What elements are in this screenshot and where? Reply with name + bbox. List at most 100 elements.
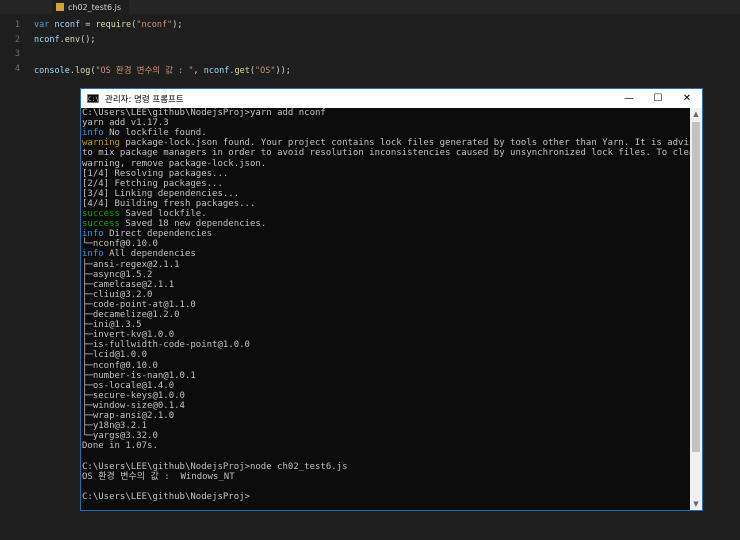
line-number: 2 — [14, 34, 20, 45]
terminal-line: ├─secure-keys@1.0.0 — [82, 391, 185, 401]
minimize-button[interactable]: — — [615, 89, 643, 108]
maximize-button[interactable]: ☐ — [644, 89, 672, 108]
code-token: nconf — [203, 65, 230, 76]
terminal-line: Done in 1.07s. — [82, 441, 158, 451]
code-token: "nconf" — [136, 20, 173, 30]
terminal-text: to mix package managers in order to avoi… — [82, 148, 690, 159]
terminal-text: C:\Users\LEE\github\NodejsProj>node ch02… — [82, 461, 348, 472]
terminal-line: ├─code-point-at@1.1.0 — [82, 300, 196, 310]
terminal-output[interactable]: C:\Users\LEE\github\NodejsProj> yarn add … — [81, 108, 690, 510]
terminal-text: [3/4] Linking dependencies... — [82, 188, 240, 199]
terminal-text: info — [82, 229, 104, 240]
editor-tab-label: ch02_test6.js — [68, 2, 122, 12]
terminal-text: ├─lcid@1.0.0 — [82, 350, 148, 361]
terminal-text: ├─invert-kv@1.0.0 — [82, 330, 175, 341]
terminal-line: C:\Users\LEE\github\NodejsProj>node ch02… — [82, 462, 348, 472]
terminal-line: yarn add v1.17.3 — [82, 118, 169, 128]
terminal-line: C:\Users\LEE\github\NodejsProj> — [82, 492, 250, 502]
code-token: )); — [275, 65, 291, 76]
line-number: 1 — [14, 20, 20, 30]
terminal-text: success — [82, 209, 120, 219]
terminal-text: yarn add v1.17.3 — [82, 118, 169, 129]
terminal-line: ├─number-is-nan@1.0.1 — [82, 371, 196, 381]
command-prompt-window[interactable]: C:\ 관리자: 명령 프롬프트 — ☐ ✕ C:\Users\LEE\gith… — [80, 88, 703, 511]
terminal-line: ├─cliui@3.2.0 — [82, 290, 152, 300]
terminal-line: ├─lcid@1.0.0 — [82, 350, 147, 360]
terminal-text: C:\Users\LEE\github\NodejsProj>yarn add … — [82, 108, 326, 118]
terminal-line: [1/4] Resolving packages... — [82, 169, 228, 179]
terminal-text: ├─os-locale@1.4.0 — [82, 380, 175, 391]
terminal-text: success — [82, 219, 120, 230]
terminal-text: No lockfile found. — [103, 128, 207, 139]
terminal-text: info — [82, 128, 104, 139]
terminal-line: └─nconf@0.10.0 — [82, 239, 158, 249]
terminal-line: to mix package managers in order to avoi… — [82, 148, 690, 158]
terminal-line: C:\Users\LEE\github\NodejsProj>yarn add … — [82, 108, 326, 118]
window-title: 관리자: 명령 프롬프트 — [105, 94, 184, 105]
code-line: console.log("OS 환경 변수의 값 : ", nconf.get(… — [34, 64, 291, 76]
terminal-line: ├─nconf@0.10.0 — [82, 361, 158, 371]
terminal-text: Direct dependencies — [103, 229, 213, 240]
terminal-text: [2/4] Fetching packages... — [82, 178, 223, 189]
vertical-scrollbar[interactable]: ▲ ▼ — [690, 108, 702, 510]
terminal-line: info No lockfile found. — [82, 128, 207, 138]
terminal-line: ├─invert-kv@1.0.0 — [82, 330, 174, 340]
code-token: ); — [172, 20, 183, 30]
terminal-line: info All dependencies — [82, 249, 196, 259]
terminal-text: ├─ansi-regex@2.1.1 — [82, 259, 180, 270]
terminal-line: success Saved lockfile. — [82, 209, 207, 219]
terminal-text: [1/4] Resolving packages... — [82, 168, 229, 179]
terminal-text: package-lock.json found. Your project co… — [119, 138, 690, 149]
terminal-text: └─yargs@3.32.0 — [82, 431, 158, 442]
terminal-line: ├─decamelize@1.2.0 — [82, 310, 180, 320]
code-token: require — [95, 20, 132, 30]
code-token: get — [234, 65, 250, 76]
terminal-text: ├─is-fullwidth-code-point@1.0.0 — [82, 340, 250, 351]
code-token: env — [64, 34, 81, 45]
terminal-text: ├─window-size@0.1.4 — [82, 400, 185, 411]
terminal-line: ├─ini@1.3.5 — [82, 320, 142, 330]
scroll-down-arrow-icon[interactable]: ▼ — [690, 498, 702, 510]
code-token: var — [34, 20, 55, 30]
terminal-text: └─nconf@0.10.0 — [82, 239, 158, 250]
close-button[interactable]: ✕ — [673, 89, 701, 108]
terminal-text: ├─y18n@3.2.1 — [82, 421, 148, 432]
scroll-up-arrow-icon[interactable]: ▲ — [690, 108, 702, 120]
cmd-icon: C:\ — [87, 94, 99, 103]
js-file-icon — [56, 3, 64, 11]
terminal-text: ├─secure-keys@1.0.0 — [82, 390, 185, 401]
code-token: , — [193, 65, 204, 76]
terminal-text: [4/4] Building fresh packages... — [82, 198, 256, 209]
terminal-line: ├─window-size@0.1.4 — [82, 401, 185, 411]
terminal-line: ├─wrap-ansi@2.1.0 — [82, 411, 174, 421]
line-number: 3 — [14, 49, 20, 59]
terminal-text: ├─camelcase@2.1.1 — [82, 279, 175, 290]
terminal-line: [3/4] Linking dependencies... — [82, 189, 239, 199]
terminal-line: └─yargs@3.32.0 — [82, 431, 158, 441]
terminal-text: C:\Users\LEE\github\NodejsProj> — [82, 491, 250, 502]
terminal-text: ├─cliui@3.2.0 — [82, 289, 153, 300]
editor-tab[interactable]: ch02_test6.js — [52, 0, 130, 14]
terminal-line: [2/4] Fetching packages... — [82, 179, 223, 189]
terminal-text: ├─async@1.5.2 — [82, 269, 153, 280]
scrollbar-thumb[interactable] — [692, 122, 700, 452]
code-token: = — [80, 20, 96, 30]
terminal-text: Saved 18 new dependencies. — [119, 219, 267, 230]
code-token: nconf — [54, 20, 81, 30]
terminal-text: ├─code-point-at@1.1.0 — [82, 299, 196, 310]
terminal-text: ├─decamelize@1.2.0 — [82, 310, 180, 320]
terminal-line: success Saved 18 new dependencies. — [82, 219, 266, 229]
line-number: 4 — [14, 63, 20, 74]
window-title-bar[interactable]: C:\ 관리자: 명령 프롬프트 — ☐ ✕ — [81, 89, 702, 108]
terminal-text: ├─nconf@0.10.0 — [82, 360, 158, 371]
terminal-line: ├─is-fullwidth-code-point@1.0.0 — [82, 340, 250, 350]
code-token: (); — [80, 34, 96, 45]
terminal-line: ├─ansi-regex@2.1.1 — [82, 260, 180, 270]
terminal-text: All dependencies — [103, 249, 196, 260]
terminal-text: warning — [82, 138, 120, 149]
terminal-text: warning, remove package-lock.json. — [82, 158, 267, 169]
terminal-text: Saved lockfile. — [119, 209, 207, 219]
code-token: nconf — [34, 34, 60, 45]
terminal-line: ├─camelcase@2.1.1 — [82, 280, 174, 290]
code-token: "OS" — [255, 65, 276, 76]
